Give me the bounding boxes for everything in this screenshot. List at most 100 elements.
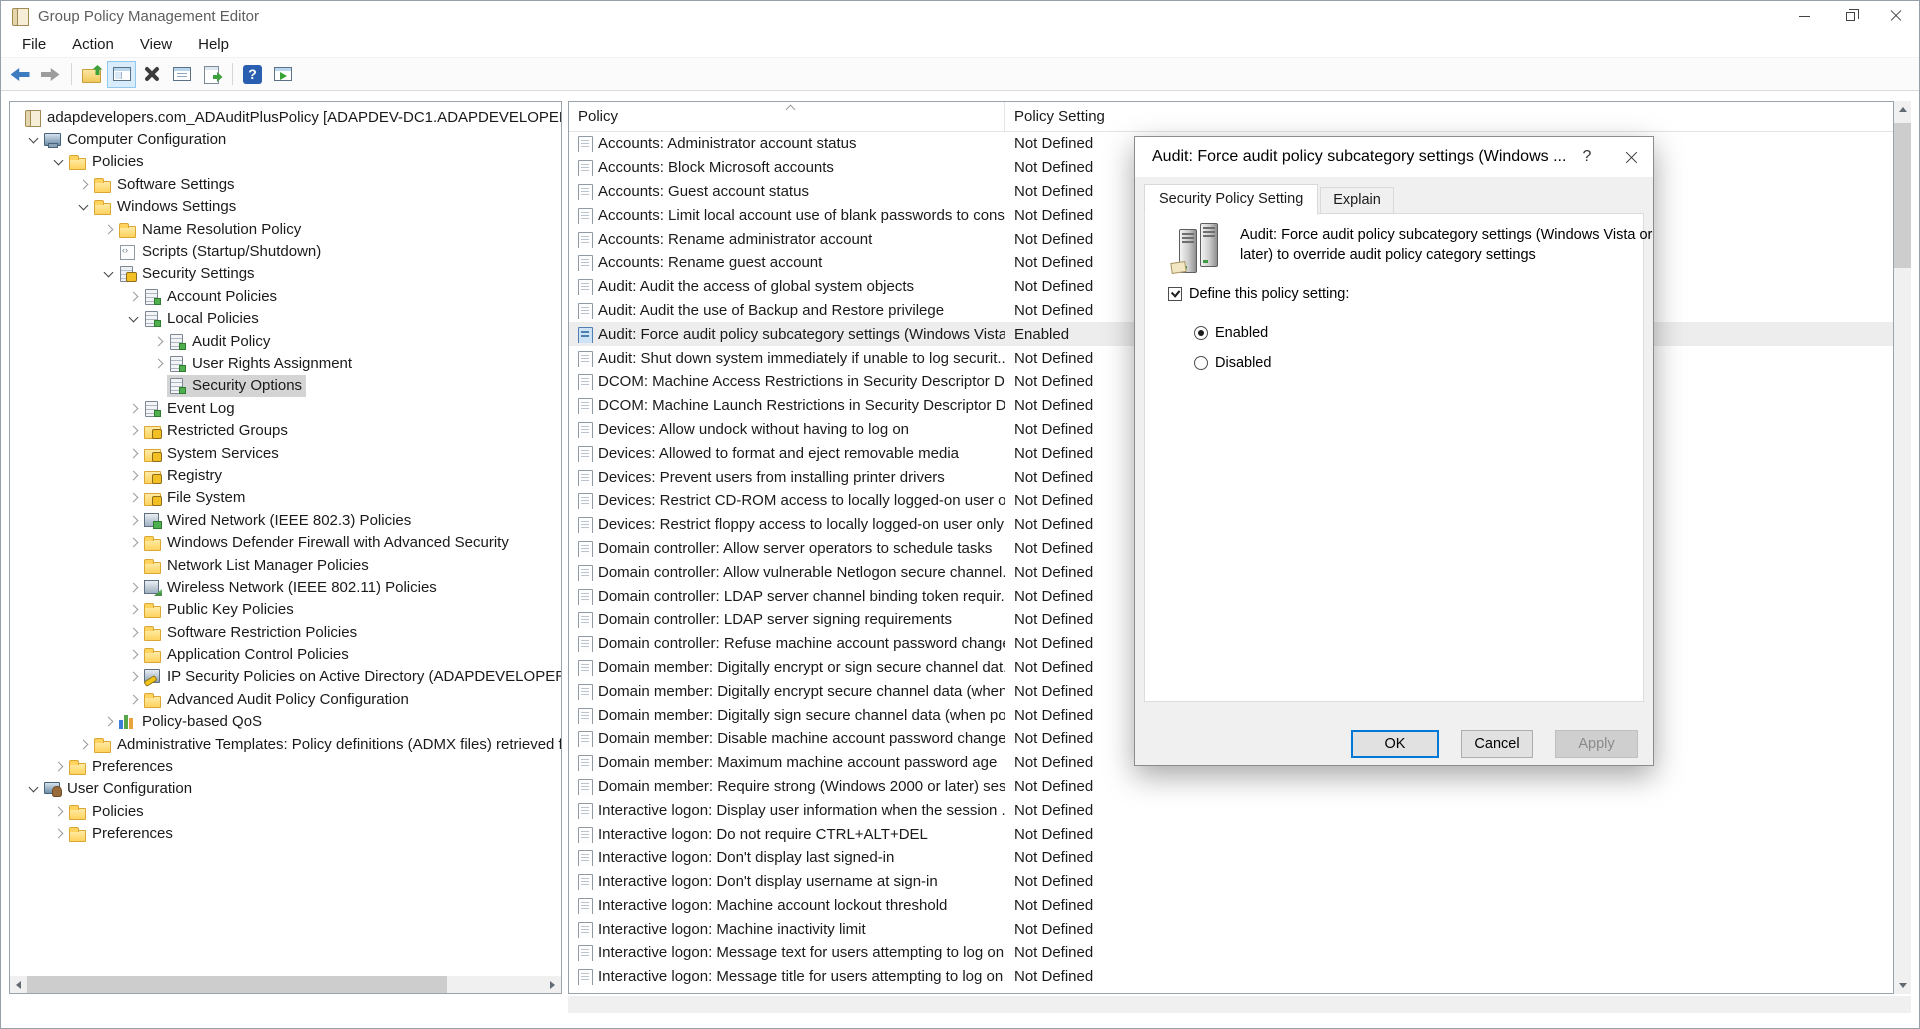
tree-item-software-restriction-policies[interactable]: Software Restriction Policies bbox=[10, 621, 561, 643]
scroll-up-button[interactable] bbox=[1894, 101, 1911, 118]
policy-row[interactable]: Interactive logon: Number of previous lo… bbox=[569, 989, 1893, 993]
dialog-help-button[interactable]: ? bbox=[1565, 137, 1609, 177]
tree-item-content[interactable]: Application Control Policies bbox=[142, 644, 353, 666]
menu-view[interactable]: View bbox=[127, 33, 185, 56]
tree-horizontal-scrollbar[interactable] bbox=[10, 976, 561, 993]
expand-chevron-icon[interactable] bbox=[100, 221, 117, 238]
tree-item-content[interactable]: Policies bbox=[67, 800, 148, 822]
tree-item-file-system[interactable]: File System bbox=[10, 487, 561, 509]
tree-item-content[interactable]: Security Settings bbox=[117, 263, 259, 285]
policy-column-header[interactable]: Policy bbox=[569, 102, 1005, 131]
tree-item-public-key-policies[interactable]: Public Key Policies bbox=[10, 599, 561, 621]
tree-item-content[interactable]: Security Options bbox=[167, 375, 306, 397]
tree-item-content[interactable]: Preferences bbox=[67, 823, 177, 845]
expand-chevron-icon[interactable] bbox=[125, 579, 142, 596]
policy-row[interactable]: Interactive logon: Don't display usernam… bbox=[569, 870, 1893, 894]
collapse-chevron-icon[interactable] bbox=[100, 265, 117, 282]
expand-chevron-icon[interactable] bbox=[150, 333, 167, 350]
close-button[interactable] bbox=[1873, 1, 1919, 31]
properties-button[interactable] bbox=[167, 61, 196, 88]
expand-chevron-icon[interactable] bbox=[125, 646, 142, 663]
tree-item-content[interactable]: User Rights Assignment bbox=[167, 352, 356, 374]
tree-item-content[interactable]: Name Resolution Policy bbox=[117, 218, 305, 240]
radio-disabled[interactable]: Disabled bbox=[1194, 355, 1271, 371]
expand-chevron-icon[interactable] bbox=[50, 803, 67, 820]
tree-item-content[interactable]: Advanced Audit Policy Configuration bbox=[142, 688, 413, 710]
tree-item-content[interactable]: User Configuration bbox=[42, 778, 196, 800]
tree-item-system-services[interactable]: System Services bbox=[10, 442, 561, 464]
show-console-tree-button[interactable] bbox=[107, 61, 136, 88]
tree-item-content[interactable]: Event Log bbox=[142, 397, 239, 419]
tree-item-content[interactable]: Wired Network (IEEE 802.3) Policies bbox=[142, 509, 415, 531]
vertical-scroll-thumb[interactable] bbox=[1894, 123, 1911, 268]
tree-item-content[interactable]: Registry bbox=[142, 464, 226, 486]
menu-help[interactable]: Help bbox=[185, 33, 242, 56]
expand-chevron-icon[interactable] bbox=[125, 601, 142, 618]
policy-setting-column-header[interactable]: Policy Setting bbox=[1005, 102, 1893, 131]
tree-item-policies[interactable]: Policies bbox=[10, 151, 561, 173]
tree-item-content[interactable]: adapdevelopers.com_ADAuditPlusPolicy [AD… bbox=[22, 106, 561, 128]
tree-item-content[interactable]: Local Policies bbox=[142, 308, 263, 330]
policy-row[interactable]: Interactive logon: Display user informat… bbox=[569, 798, 1893, 822]
cancel-button[interactable]: Cancel bbox=[1461, 730, 1533, 758]
collapse-chevron-icon[interactable] bbox=[25, 780, 42, 797]
tree-item-event-log[interactable]: Event Log bbox=[10, 397, 561, 419]
expand-chevron-icon[interactable] bbox=[50, 825, 67, 842]
expand-chevron-icon[interactable] bbox=[50, 758, 67, 775]
dialog-close-button[interactable] bbox=[1609, 137, 1653, 177]
tree-item-account-policies[interactable]: Account Policies bbox=[10, 285, 561, 307]
tree-item-content[interactable]: Account Policies bbox=[142, 285, 281, 307]
export-list-button[interactable] bbox=[197, 61, 226, 88]
menu-file[interactable]: File bbox=[9, 33, 59, 56]
tree-item-scripts-startup-shutdown-[interactable]: Scripts (Startup/Shutdown) bbox=[10, 240, 561, 262]
policy-row[interactable]: Interactive logon: Message text for user… bbox=[569, 941, 1893, 965]
tree-item-content[interactable]: Public Key Policies bbox=[142, 599, 298, 621]
policy-row[interactable]: Interactive logon: Don't display last si… bbox=[569, 846, 1893, 870]
menu-action[interactable]: Action bbox=[59, 33, 127, 56]
scroll-right-button[interactable] bbox=[544, 976, 561, 993]
tree-item-content[interactable]: Audit Policy bbox=[167, 330, 274, 352]
tree-item-content[interactable]: Restricted Groups bbox=[142, 420, 292, 442]
tree-item-user-rights-assignment[interactable]: User Rights Assignment bbox=[10, 352, 561, 374]
policy-row[interactable]: Interactive logon: Do not require CTRL+A… bbox=[569, 822, 1893, 846]
tree-item-content[interactable]: Windows Defender Firewall with Advanced … bbox=[142, 532, 513, 554]
delete-button[interactable] bbox=[137, 61, 166, 88]
horizontal-scroll-thumb[interactable] bbox=[27, 976, 447, 993]
tree-item-preferences[interactable]: Preferences bbox=[10, 823, 561, 845]
tree-item-restricted-groups[interactable]: Restricted Groups bbox=[10, 419, 561, 441]
tree-item-wireless-network-ieee-802-11-policies[interactable]: Wireless Network (IEEE 802.11) Policies bbox=[10, 576, 561, 598]
show-action-pane-button[interactable] bbox=[268, 61, 297, 88]
tree-item-name-resolution-policy[interactable]: Name Resolution Policy bbox=[10, 218, 561, 240]
collapse-chevron-icon[interactable] bbox=[125, 310, 142, 327]
expand-chevron-icon[interactable] bbox=[125, 422, 142, 439]
tree-item-content[interactable]: Network List Manager Policies bbox=[142, 554, 373, 576]
tree-item-application-control-policies[interactable]: Application Control Policies bbox=[10, 643, 561, 665]
vertical-scrollbar[interactable] bbox=[1894, 101, 1911, 994]
tree-item-security-options[interactable]: Security Options bbox=[10, 375, 561, 397]
expand-chevron-icon[interactable] bbox=[125, 624, 142, 641]
tree-item-content[interactable]: Wireless Network (IEEE 802.11) Policies bbox=[142, 576, 441, 598]
tree-item-advanced-audit-policy-configuration[interactable]: Advanced Audit Policy Configuration bbox=[10, 688, 561, 710]
ok-button[interactable]: OK bbox=[1351, 730, 1439, 758]
define-policy-setting-checkbox[interactable]: Define this policy setting: bbox=[1168, 286, 1349, 302]
tree-item-content[interactable]: Policy-based QoS bbox=[117, 711, 266, 733]
expand-chevron-icon[interactable] bbox=[125, 534, 142, 551]
expand-chevron-icon[interactable] bbox=[125, 400, 142, 417]
tree-item-local-policies[interactable]: Local Policies bbox=[10, 308, 561, 330]
expand-chevron-icon[interactable] bbox=[75, 736, 92, 753]
up-one-level-button[interactable] bbox=[77, 61, 106, 88]
tab-explain[interactable]: Explain bbox=[1320, 187, 1394, 214]
list-horizontal-scrollbar[interactable] bbox=[568, 996, 1911, 1013]
tree-item-content[interactable]: Computer Configuration bbox=[42, 129, 230, 151]
expand-chevron-icon[interactable] bbox=[150, 355, 167, 372]
policy-row[interactable]: Domain member: Require strong (Windows 2… bbox=[569, 775, 1893, 799]
expand-chevron-icon[interactable] bbox=[125, 512, 142, 529]
expand-chevron-icon[interactable] bbox=[125, 445, 142, 462]
tree-item-content[interactable]: Software Settings bbox=[92, 173, 239, 195]
back-button[interactable] bbox=[6, 61, 35, 88]
tree-item-content[interactable]: Windows Settings bbox=[92, 196, 240, 218]
tree-item-security-settings[interactable]: Security Settings bbox=[10, 263, 561, 285]
tree-item-policies[interactable]: Policies bbox=[10, 800, 561, 822]
tree-item-content[interactable]: File System bbox=[142, 487, 249, 509]
tree-item-windows-settings[interactable]: Windows Settings bbox=[10, 196, 561, 218]
